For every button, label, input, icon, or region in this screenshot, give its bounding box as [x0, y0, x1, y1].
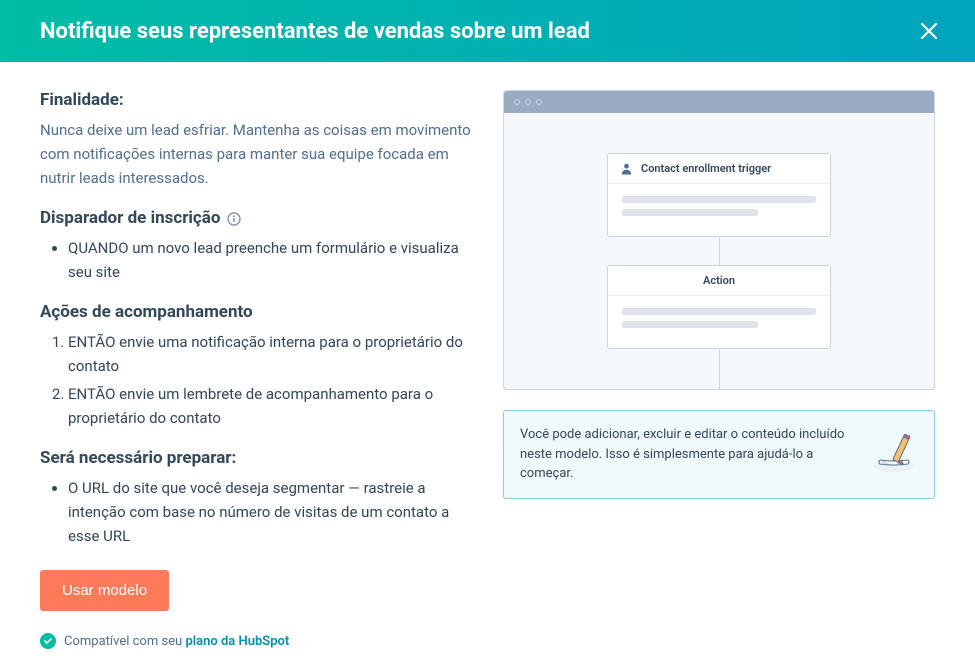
preview-canvas: Contact enrollment trigger Action	[504, 113, 934, 390]
window-dot-icon	[514, 99, 520, 105]
use-template-button[interactable]: Usar modelo	[40, 570, 169, 611]
purpose-text: Nunca deixe um lead esfriar. Mantenha as…	[40, 118, 473, 190]
preview-window-chrome	[504, 91, 934, 113]
pencil-note-icon	[870, 432, 918, 476]
prepare-list: O URL do site que você deseja segmentar …	[40, 476, 473, 548]
flow-action-label: Action	[703, 274, 735, 287]
purpose-heading: Finalidade:	[40, 90, 473, 110]
compatibility-row: Compatível com seu plano da HubSpot	[40, 633, 473, 649]
trigger-list: QUANDO um novo lead preenche um formulár…	[40, 236, 473, 284]
window-dot-icon	[536, 99, 542, 105]
flow-card-body	[608, 296, 830, 348]
compat-prefix: Compatível com seu	[64, 634, 185, 649]
actions-heading: Ações de acompanhamento	[40, 302, 473, 322]
skeleton-line	[622, 209, 758, 216]
modal-title: Notifique seus representantes de vendas …	[40, 19, 590, 44]
flow-action-card: Action	[607, 265, 831, 349]
flow-card-body	[608, 184, 830, 236]
flow-connector	[719, 349, 720, 389]
skeleton-line	[622, 308, 816, 315]
flow-trigger-card: Contact enrollment trigger	[607, 153, 831, 237]
check-circle-icon	[40, 633, 56, 649]
flow-trigger-label: Contact enrollment trigger	[641, 162, 771, 175]
list-item: QUANDO um novo lead preenche um formulár…	[68, 236, 473, 284]
close-button[interactable]	[913, 15, 945, 47]
flow-card-header: Contact enrollment trigger	[608, 154, 830, 184]
tip-callout: Você pode adicionar, excluir e editar o …	[503, 410, 935, 499]
trigger-heading-text: Disparador de inscrição	[40, 208, 220, 228]
hubspot-plan-link[interactable]: plano da HubSpot	[185, 634, 289, 649]
modal-body: Finalidade: Nunca deixe um lead esfriar.…	[0, 62, 975, 669]
right-column: Contact enrollment trigger Action	[503, 90, 935, 649]
left-column: Finalidade: Nunca deixe um lead esfriar.…	[40, 90, 473, 649]
actions-list: ENTÃO envie uma notificação interna para…	[40, 330, 473, 430]
workflow-preview: Contact enrollment trigger Action	[503, 90, 935, 390]
window-dot-icon	[525, 99, 531, 105]
skeleton-line	[622, 321, 758, 328]
prepare-heading: Será necessário preparar:	[40, 448, 473, 468]
close-icon	[920, 22, 938, 40]
person-icon	[620, 162, 633, 175]
flow-connector	[719, 237, 720, 265]
modal-header: Notifique seus representantes de vendas …	[0, 0, 975, 62]
compat-text: Compatível com seu plano da HubSpot	[64, 634, 289, 649]
list-item: ENTÃO envie uma notificação interna para…	[68, 330, 473, 378]
info-icon[interactable]	[227, 212, 241, 226]
flow-card-header: Action	[608, 266, 830, 296]
skeleton-line	[622, 196, 816, 203]
list-item: O URL do site que você deseja segmentar …	[68, 476, 473, 548]
trigger-heading: Disparador de inscrição	[40, 208, 473, 228]
tip-text: Você pode adicionar, excluir e editar o …	[520, 425, 858, 484]
list-item: ENTÃO envie um lembrete de acompanhament…	[68, 382, 473, 430]
